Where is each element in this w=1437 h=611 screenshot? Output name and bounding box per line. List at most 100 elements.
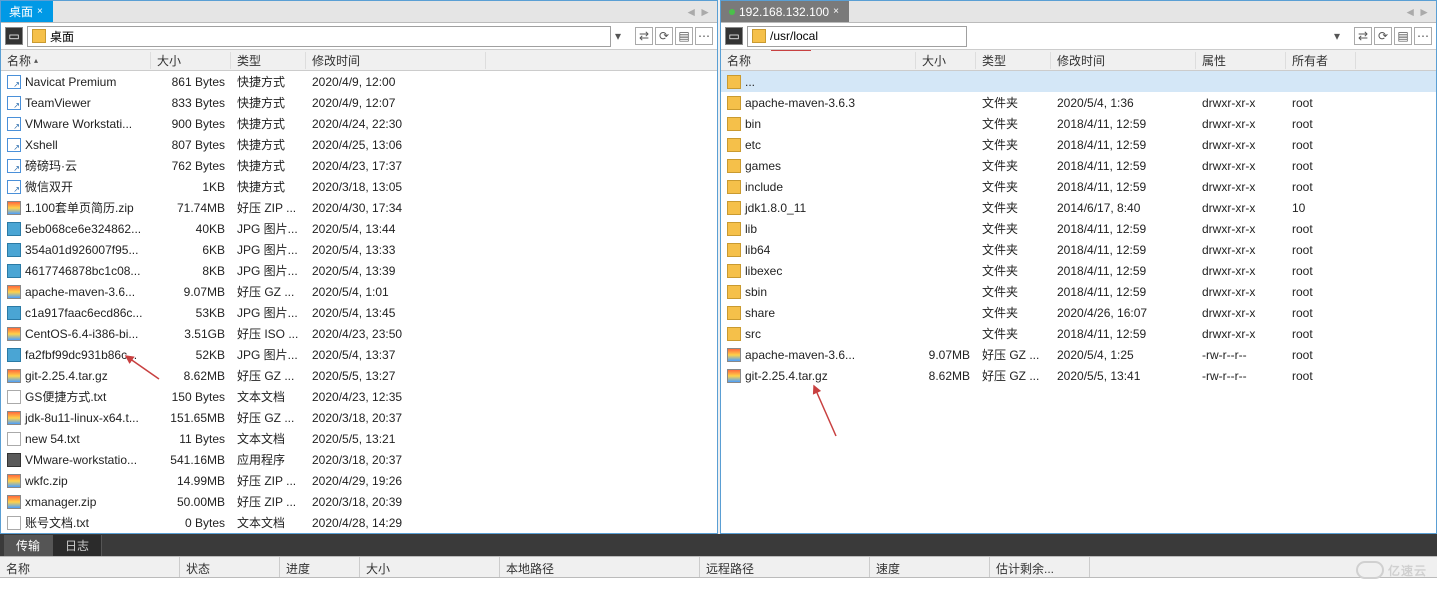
file-row[interactable]: jdk1.8.0_11文件夹2014/6/17, 8:40drwxr-xr-x1…: [721, 197, 1436, 218]
next-tab-icon[interactable]: ►: [699, 5, 711, 19]
cell-name: sbin: [721, 285, 916, 299]
link-icon: [7, 96, 21, 110]
next-tab-icon[interactable]: ►: [1418, 5, 1430, 19]
file-row[interactable]: 微信双开1KB快捷方式2020/3/18, 13:05: [1, 176, 717, 197]
tab-transfer[interactable]: 传输: [4, 535, 53, 556]
tcol-progress[interactable]: 进度: [280, 557, 360, 577]
cell-type: 快捷方式: [231, 115, 306, 132]
local-file-list[interactable]: Navicat Premium861 Bytes快捷方式2020/4/9, 12…: [1, 71, 717, 533]
file-row[interactable]: etc文件夹2018/4/11, 12:59drwxr-xr-xroot: [721, 134, 1436, 155]
file-row[interactable]: Xshell807 Bytes快捷方式2020/4/25, 13:06: [1, 134, 717, 155]
local-column-headers[interactable]: 名称▴ 大小 类型 修改时间: [1, 50, 717, 71]
tcol-remote[interactable]: 远程路径: [700, 557, 870, 577]
file-row[interactable]: games文件夹2018/4/11, 12:59drwxr-xr-xroot: [721, 155, 1436, 176]
tcol-local[interactable]: 本地路径: [500, 557, 700, 577]
file-row[interactable]: jdk-8u11-linux-x64.t...151.65MB好压 GZ ...…: [1, 407, 717, 428]
file-row[interactable]: 账号文档.txt0 Bytes文本文档2020/4/28, 14:29: [1, 512, 717, 533]
cell-name: VMware-workstatio...: [1, 453, 151, 467]
cell-date: 2020/4/9, 12:00: [306, 75, 486, 89]
remote-tab[interactable]: 192.168.132.100 ×: [721, 1, 849, 22]
remote-toolbar: ⇄ ⟳ ▤ ⋯: [1354, 27, 1432, 45]
tcol-size[interactable]: 大小: [360, 557, 500, 577]
file-row[interactable]: new 54.txt11 Bytes文本文档2020/5/5, 13:21: [1, 428, 717, 449]
cell-type: 快捷方式: [231, 73, 306, 90]
cell-type: 文件夹: [976, 262, 1051, 279]
cell-type: 好压 ZIP ...: [231, 472, 306, 489]
cell-type: JPG 图片...: [231, 262, 306, 279]
file-row[interactable]: 磅磅玛·云762 Bytes快捷方式2020/4/23, 17:37: [1, 155, 717, 176]
file-row[interactable]: git-2.25.4.tar.gz8.62MB好压 GZ ...2020/5/5…: [721, 365, 1436, 386]
tcol-status[interactable]: 状态: [180, 557, 280, 577]
folder-icon: [752, 29, 766, 43]
file-row[interactable]: apache-maven-3.6...9.07MB好压 GZ ...2020/5…: [721, 344, 1436, 365]
prev-tab-icon[interactable]: ◄: [685, 5, 697, 19]
file-row[interactable]: 1.100套单页简历.zip71.74MB好压 ZIP ...2020/4/30…: [1, 197, 717, 218]
tcol-name[interactable]: 名称: [0, 557, 180, 577]
tcol-eta[interactable]: 估计剩余...: [990, 557, 1090, 577]
more-icon[interactable]: ⋯: [1414, 27, 1432, 45]
file-row[interactable]: git-2.25.4.tar.gz8.62MB好压 GZ ...2020/5/5…: [1, 365, 717, 386]
transfer-icon[interactable]: ⇄: [635, 27, 653, 45]
transfer-icon[interactable]: ⇄: [1354, 27, 1372, 45]
remote-column-headers[interactable]: 名称 大小 类型 修改时间 属性 所有者: [721, 50, 1436, 71]
refresh-icon[interactable]: ⟳: [655, 27, 673, 45]
cell-name: apache-maven-3.6.3: [721, 96, 916, 110]
file-row[interactable]: wkfc.zip14.99MB好压 ZIP ...2020/4/29, 19:2…: [1, 470, 717, 491]
cell-attr: drwxr-xr-x: [1196, 180, 1286, 194]
remote-path-input[interactable]: /usr/local: [747, 26, 967, 47]
file-row[interactable]: GS便捷方式.txt150 Bytes文本文档2020/4/23, 12:35: [1, 386, 717, 407]
close-icon[interactable]: ×: [37, 6, 47, 16]
prev-tab-icon[interactable]: ◄: [1404, 5, 1416, 19]
cell-name: ...: [721, 75, 916, 89]
file-row[interactable]: VMware Workstati...900 Bytes快捷方式2020/4/2…: [1, 113, 717, 134]
tab-nav-arrows: ◄ ►: [679, 1, 717, 22]
file-row[interactable]: TeamViewer833 Bytes快捷方式2020/4/9, 12:07: [1, 92, 717, 113]
file-row[interactable]: share文件夹2020/4/26, 16:07drwxr-xr-xroot: [721, 302, 1436, 323]
file-row[interactable]: src文件夹2018/4/11, 12:59drwxr-xr-xroot: [721, 323, 1436, 344]
folder-icon: [727, 180, 741, 194]
file-row[interactable]: 4617746878bc1c08...8KBJPG 图片...2020/5/4,…: [1, 260, 717, 281]
path-dropdown-icon[interactable]: ▾: [615, 29, 631, 43]
cell-attr: drwxr-xr-x: [1196, 138, 1286, 152]
view-icon[interactable]: ▤: [1394, 27, 1412, 45]
cell-date: 2020/4/28, 14:29: [306, 516, 486, 530]
transfer-list[interactable]: [0, 578, 1437, 611]
file-row[interactable]: lib文件夹2018/4/11, 12:59drwxr-xr-xroot: [721, 218, 1436, 239]
cell-type: 文件夹: [976, 283, 1051, 300]
file-row[interactable]: apache-maven-3.6.3文件夹2020/5/4, 1:36drwxr…: [721, 92, 1436, 113]
cell-own: root: [1286, 327, 1356, 341]
file-row[interactable]: ...: [721, 71, 1436, 92]
file-row[interactable]: xmanager.zip50.00MB好压 ZIP ...2020/3/18, …: [1, 491, 717, 512]
file-row[interactable]: libexec文件夹2018/4/11, 12:59drwxr-xr-xroot: [721, 260, 1436, 281]
remote-file-list[interactable]: ... apache-maven-3.6.3文件夹2020/5/4, 1:36dr…: [721, 71, 1436, 533]
file-row[interactable]: VMware-workstatio...541.16MB应用程序2020/3/1…: [1, 449, 717, 470]
view-icon[interactable]: ▤: [675, 27, 693, 45]
cell-attr: -rw-r--r--: [1196, 369, 1286, 383]
file-row[interactable]: lib64文件夹2018/4/11, 12:59drwxr-xr-xroot: [721, 239, 1436, 260]
tcol-speed[interactable]: 速度: [870, 557, 990, 577]
file-row[interactable]: Navicat Premium861 Bytes快捷方式2020/4/9, 12…: [1, 71, 717, 92]
file-row[interactable]: CentOS-6.4-i386-bi...3.51GB好压 ISO ...202…: [1, 323, 717, 344]
file-row[interactable]: bin文件夹2018/4/11, 12:59drwxr-xr-xroot: [721, 113, 1436, 134]
file-row[interactable]: fa2fbf99dc931b86c...52KBJPG 图片...2020/5/…: [1, 344, 717, 365]
close-icon[interactable]: ×: [833, 6, 843, 16]
file-row[interactable]: c1a917faac6ecd86c...53KBJPG 图片...2020/5/…: [1, 302, 717, 323]
path-text: /usr/local: [770, 29, 818, 43]
file-row[interactable]: apache-maven-3.6...9.07MB好压 GZ ...2020/5…: [1, 281, 717, 302]
tree-toggle-button[interactable]: ▭: [725, 27, 743, 45]
remote-tab-row: 192.168.132.100 × ◄ ►: [721, 1, 1436, 23]
tree-toggle-button[interactable]: ▭: [5, 27, 23, 45]
path-dropdown-icon[interactable]: ▾: [1334, 29, 1350, 43]
local-path-input[interactable]: 桌面: [27, 26, 611, 47]
refresh-icon[interactable]: ⟳: [1374, 27, 1392, 45]
tab-log[interactable]: 日志: [53, 535, 102, 556]
folder-icon: [727, 138, 741, 152]
more-icon[interactable]: ⋯: [695, 27, 713, 45]
file-row[interactable]: include文件夹2018/4/11, 12:59drwxr-xr-xroot: [721, 176, 1436, 197]
file-row[interactable]: 354a01d926007f95...6KBJPG 图片...2020/5/4,…: [1, 239, 717, 260]
col-attr: 属性: [1196, 52, 1286, 69]
cell-size: 71.74MB: [151, 201, 231, 215]
file-row[interactable]: sbin文件夹2018/4/11, 12:59drwxr-xr-xroot: [721, 281, 1436, 302]
local-tab[interactable]: 桌面 ×: [1, 1, 53, 22]
file-row[interactable]: 5eb068ce6e324862...40KBJPG 图片...2020/5/4…: [1, 218, 717, 239]
